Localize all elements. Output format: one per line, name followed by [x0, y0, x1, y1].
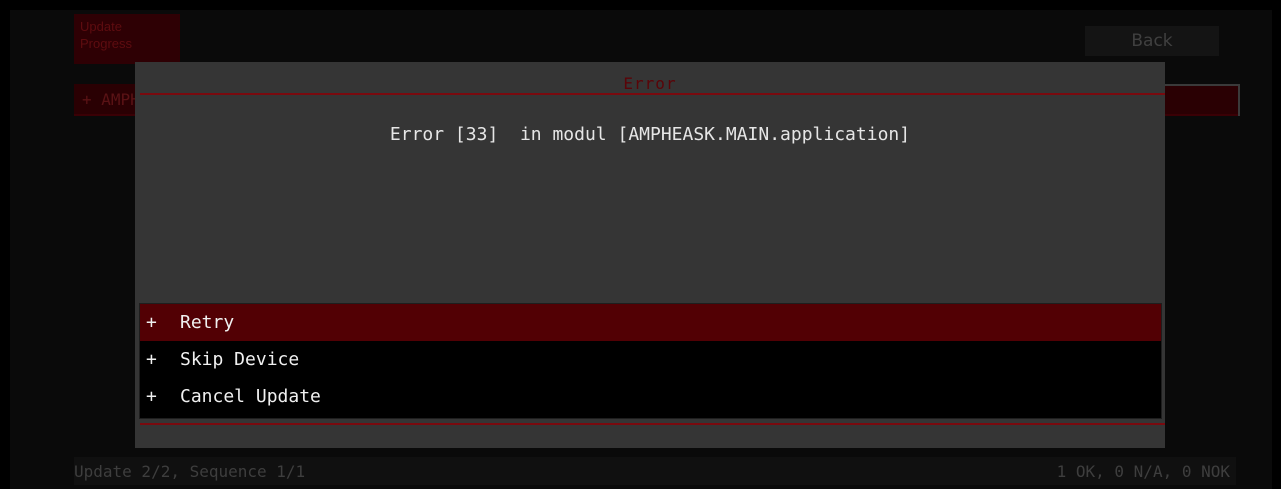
plus-icon: +: [146, 312, 157, 333]
status-progress: Update 2/2, Sequence 1/1: [74, 461, 306, 481]
option-label: Retry: [180, 312, 235, 333]
plus-icon: +: [146, 349, 157, 370]
retry-option[interactable]: + Retry: [140, 304, 1161, 341]
background-title-line-1: Update: [80, 19, 122, 34]
dialog-title: Error: [623, 74, 677, 93]
background-list-item-indicator: [1160, 84, 1240, 116]
option-label: Skip Device: [180, 349, 300, 370]
dialog-options-list: + Retry + Skip Device + Cancel Update: [139, 303, 1162, 419]
background-title: Update Progress: [74, 14, 180, 64]
background-title-line-2: Progress: [80, 36, 133, 51]
skip-device-option[interactable]: + Skip Device: [140, 341, 1161, 378]
option-label: Cancel Update: [180, 386, 321, 407]
dialog-title-divider: [140, 93, 1165, 95]
error-message: Error [33] in modul [AMPHEASK.MAIN.appli…: [389, 124, 911, 145]
error-dialog: Error Error [33] in modul [AMPHEASK.MAIN…: [135, 62, 1165, 448]
plus-icon: +: [146, 386, 157, 407]
dialog-bottom-divider: [140, 423, 1165, 425]
status-results: 1 OK, 0 N/A, 0 NOK: [1056, 461, 1230, 481]
screen: Update Progress Back + AMPHEASK.MAIN Upd…: [10, 10, 1272, 489]
back-button[interactable]: Back: [1085, 26, 1219, 56]
status-bar: Update 2/2, Sequence 1/1 1 OK, 0 N/A, 0 …: [74, 457, 1236, 485]
cancel-update-option[interactable]: + Cancel Update: [140, 378, 1161, 415]
